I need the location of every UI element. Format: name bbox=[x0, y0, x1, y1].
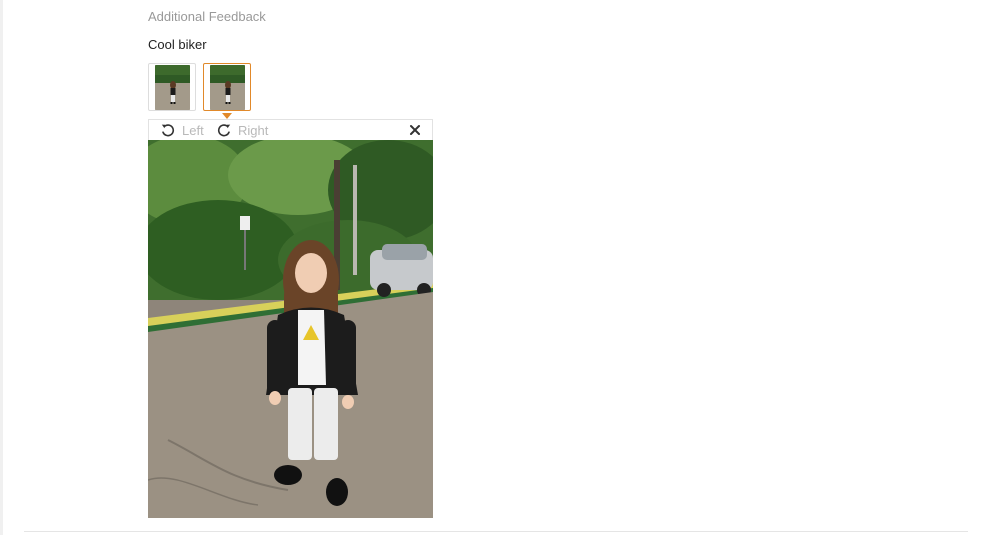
photo-thumbnail-2[interactable] bbox=[203, 63, 251, 119]
photo-thumbnail-1[interactable] bbox=[148, 63, 196, 111]
thumbnail-image bbox=[155, 65, 190, 110]
rotate-right-label: Right bbox=[238, 122, 269, 138]
bottom-divider bbox=[24, 531, 968, 532]
rotate-left-button[interactable]: Left bbox=[160, 120, 204, 140]
rotate-left-icon bbox=[160, 122, 176, 138]
close-icon bbox=[408, 124, 422, 141]
feedback-text: Cool biker bbox=[148, 37, 207, 52]
rotate-left-label: Left bbox=[182, 122, 204, 138]
section-title: Additional Feedback bbox=[148, 9, 266, 24]
image-viewer-toolbar: Left Right bbox=[148, 119, 433, 140]
close-viewer-button[interactable] bbox=[408, 123, 422, 137]
rotate-right-icon bbox=[216, 122, 232, 138]
rotate-right-button[interactable]: Right bbox=[216, 120, 268, 140]
enlarged-photo bbox=[148, 140, 433, 518]
thumbnail-image bbox=[210, 65, 245, 110]
left-border bbox=[0, 0, 3, 535]
